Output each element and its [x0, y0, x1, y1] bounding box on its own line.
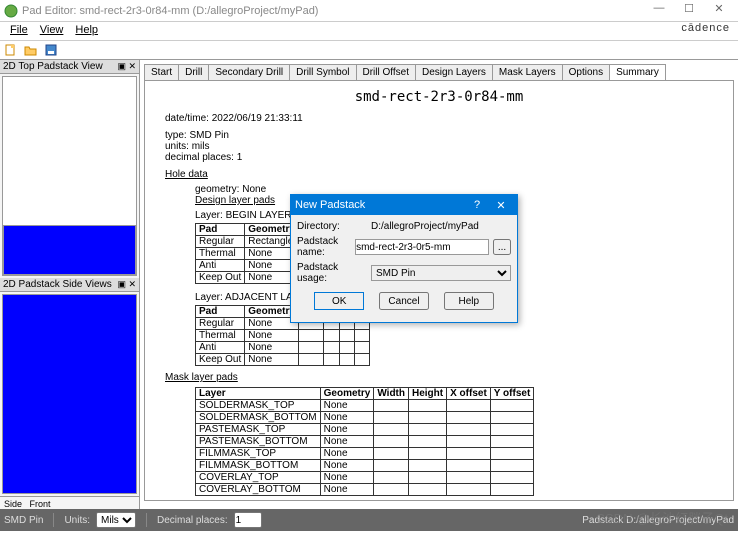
top-view-title: 2D Top Padstack View [3, 61, 103, 72]
table-row: Keep OutNone [196, 354, 370, 366]
col-xoff: X offset [447, 388, 491, 400]
col-pad: Pad [196, 224, 245, 236]
decimal-label: decimal places: [165, 152, 234, 163]
status-units-label: Units: [64, 515, 90, 526]
dialog-help-icon[interactable]: ? [465, 199, 489, 211]
browse-button[interactable]: ... [493, 239, 511, 255]
mask-layer-heading: Mask layer pads [165, 372, 238, 383]
mask-layer-table: LayerGeometryWidthHeightX offsetY offset… [195, 387, 534, 496]
dialog-titlebar[interactable]: New Padstack ? ✕ [291, 195, 517, 215]
side-view-undock-icon[interactable]: ▣ ✕ [117, 279, 136, 290]
app-icon [4, 4, 18, 18]
type-value: SMD Pin [189, 130, 228, 141]
tab-design-layers[interactable]: Design Layers [415, 64, 493, 80]
open-folder-icon[interactable] [24, 43, 40, 59]
table-row: SOLDERMASK_BOTTOMNone [196, 412, 534, 424]
title-bar: Pad Editor: smd-rect-2r3-0r84-mm (D:/all… [0, 0, 738, 22]
table-row: AntiNone [196, 342, 370, 354]
col-height: Height [409, 388, 447, 400]
help-button[interactable]: Help [444, 292, 494, 310]
left-sidebar: 2D Top Padstack View ▣ ✕ 2D Padstack Sid… [0, 60, 140, 511]
padstack-usage-label: Padstack usage: [297, 262, 367, 284]
table-row: PASTEMASK_TOPNone [196, 424, 534, 436]
padstack-name-input[interactable] [355, 239, 489, 255]
maximize-button[interactable]: ☐ [674, 2, 704, 20]
table-row: COVERLAY_TOPNone [196, 472, 534, 484]
tab-mask-layers[interactable]: Mask Layers [492, 64, 563, 80]
summary-heading: smd-rect-2r3-0r84-mm [165, 89, 713, 105]
directory-value: D:/allegroProject/myPad [371, 221, 511, 232]
table-row: ThermalNone [196, 330, 370, 342]
close-button[interactable]: ✕ [704, 2, 734, 20]
tab-start[interactable]: Start [144, 64, 179, 80]
watermark: CSDN @长沙红胖子Qt [596, 508, 728, 527]
menu-view[interactable]: View [34, 22, 70, 40]
side-view-header: 2D Padstack Side Views ▣ ✕ [0, 278, 139, 292]
datetime-label: date/time: [165, 113, 209, 124]
table-row: COVERLAY_BOTTOMNone [196, 484, 534, 496]
cancel-button[interactable]: Cancel [379, 292, 429, 310]
table-row: PASTEMASK_BOTTOMNone [196, 436, 534, 448]
table-row: FILMMASK_BOTTOMNone [196, 460, 534, 472]
units-label: units: [165, 141, 189, 152]
tab-drill-offset[interactable]: Drill Offset [356, 64, 417, 80]
table-row: SOLDERMASK_TOPNone [196, 400, 534, 412]
status-decimal-label: Decimal places: [157, 515, 228, 526]
padstack-name-label: Padstack name: [297, 236, 351, 258]
table-row: FILMMASK_TOPNone [196, 448, 534, 460]
save-icon[interactable] [44, 43, 60, 59]
top-padstack-preview [3, 225, 136, 275]
col-pad: Pad [196, 306, 245, 318]
col-yoff: Y offset [490, 388, 534, 400]
window-title: Pad Editor: smd-rect-2r3-0r84-mm (D:/all… [22, 5, 644, 17]
brand-label: cādence [681, 22, 730, 34]
ok-button[interactable]: OK [314, 292, 364, 310]
status-units-select[interactable]: Mils [96, 512, 136, 528]
top-view-header: 2D Top Padstack View ▣ ✕ [0, 60, 139, 74]
status-type: SMD Pin [4, 515, 43, 526]
type-label: type: [165, 130, 187, 141]
dialog-close-icon[interactable]: ✕ [489, 199, 513, 212]
col-layer: Layer [196, 388, 321, 400]
padstack-usage-select[interactable]: SMD Pin [371, 265, 511, 281]
hole-data-heading: Hole data [165, 169, 208, 180]
tab-summary[interactable]: Summary [609, 64, 666, 80]
new-file-icon[interactable] [4, 43, 20, 59]
tab-side[interactable]: Side [4, 499, 22, 509]
minimize-button[interactable]: — [644, 2, 674, 20]
toolbar [0, 40, 738, 60]
status-decimal-input[interactable] [234, 512, 262, 528]
menu-bar: File View Help [0, 22, 738, 40]
tab-drill-symbol[interactable]: Drill Symbol [289, 64, 356, 80]
datetime-value: 2022/06/19 21:33:11 [212, 113, 303, 124]
new-padstack-dialog: New Padstack ? ✕ Directory: D:/allegroPr… [290, 194, 518, 323]
tab-options[interactable]: Options [562, 64, 610, 80]
side-view-title: 2D Padstack Side Views [3, 279, 112, 290]
editor-tabs: Start Drill Secondary Drill Drill Symbol… [144, 64, 734, 81]
col-width: Width [374, 388, 409, 400]
tab-front[interactable]: Front [30, 499, 51, 509]
directory-label: Directory: [297, 221, 367, 232]
tab-drill[interactable]: Drill [178, 64, 209, 80]
menu-help[interactable]: Help [69, 22, 104, 40]
dialog-title: New Padstack [295, 199, 465, 211]
col-geom: Geometry [320, 388, 374, 400]
tab-secondary-drill[interactable]: Secondary Drill [208, 64, 290, 80]
top-view-undock-icon[interactable]: ▣ ✕ [117, 61, 136, 72]
side-padstack-preview [2, 294, 137, 494]
units-value: mils [192, 141, 210, 152]
menu-file[interactable]: File [4, 22, 34, 40]
decimal-value: 1 [237, 152, 243, 163]
